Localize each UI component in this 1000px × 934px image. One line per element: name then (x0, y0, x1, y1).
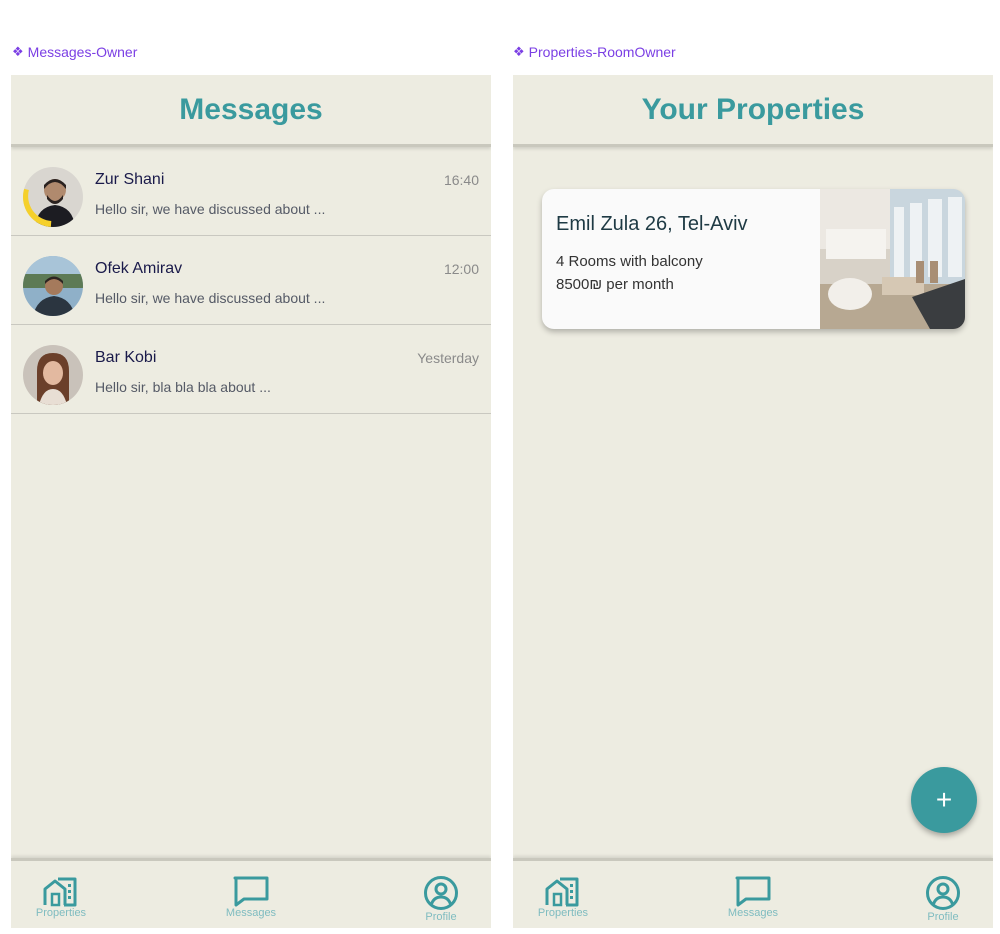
property-rooms: 4 Rooms with balcony (556, 253, 703, 270)
conversation-row[interactable]: Ofek Amirav 12:00 Hello sir, we have dis… (11, 236, 491, 325)
person-avatar-icon (23, 345, 83, 405)
message-preview: Hello sir, bla bla bla about ... (95, 379, 271, 395)
page-title: Your Properties (641, 92, 865, 126)
property-photo (820, 189, 965, 329)
frame-label-text: Properties-RoomOwner (528, 44, 676, 60)
nav-item-messages[interactable]: Messages (211, 875, 291, 919)
add-property-button[interactable]: + (911, 767, 977, 833)
nav-label: Properties (35, 907, 87, 919)
nav-label: Profile (425, 911, 457, 923)
message-preview: Hello sir, we have discussed about ... (95, 290, 326, 306)
property-address: Emil Zula 26, Tel-Aviv (556, 213, 748, 235)
screen-header: Messages (11, 75, 491, 147)
contact-name: Zur Shani (95, 171, 165, 188)
properties-screen: Your Properties Emil Zula 26, Tel-Aviv 4… (513, 75, 993, 928)
component-diamond-icon: ❖ (513, 44, 525, 59)
avatar (23, 167, 83, 227)
chat-bubble-icon (233, 876, 269, 907)
person-avatar-icon (23, 256, 83, 316)
nav-item-profile[interactable]: Profile (401, 875, 481, 923)
messages-screen: Messages Zur Shani 16:40 Hello sir, we h… (11, 75, 491, 928)
frame-label-messages: ❖ Messages-Owner (12, 44, 137, 60)
building-home-icon (545, 877, 579, 907)
frame-label-text: Messages-Owner (27, 44, 138, 60)
conversation-list: Zur Shani 16:40 Hello sir, we have discu… (11, 147, 491, 414)
user-circle-icon (424, 876, 458, 910)
bottom-navigation: Properties Messages Profile (11, 858, 491, 928)
property-price: 8500₪ per month (556, 276, 674, 293)
message-preview: Hello sir, we have discussed about ... (95, 201, 326, 217)
nav-item-properties[interactable]: Properties (21, 875, 101, 919)
message-time: Yesterday (417, 350, 479, 366)
person-avatar-open-to-work-icon (23, 167, 83, 227)
user-circle-icon (926, 876, 960, 910)
bottom-navigation: Properties Messages Profile (513, 858, 993, 928)
property-card[interactable]: Emil Zula 26, Tel-Aviv 4 Rooms with balc… (542, 189, 965, 329)
nav-label: Messages (727, 907, 779, 919)
nav-item-profile[interactable]: Profile (903, 875, 983, 923)
avatar (23, 256, 83, 316)
conversation-row[interactable]: Zur Shani 16:40 Hello sir, we have discu… (11, 147, 491, 236)
building-home-icon (43, 877, 77, 907)
contact-name: Ofek Amirav (95, 260, 183, 277)
frame-label-properties: ❖ Properties-RoomOwner (513, 44, 676, 60)
screen-header: Your Properties (513, 75, 993, 147)
message-time: 12:00 (443, 261, 479, 277)
message-time: 16:40 (443, 172, 479, 188)
chat-bubble-icon (735, 876, 771, 907)
nav-label: Messages (225, 907, 277, 919)
nav-label: Profile (927, 911, 959, 923)
contact-name: Bar Kobi (95, 349, 157, 366)
conversation-row[interactable]: Bar Kobi Yesterday Hello sir, bla bla bl… (11, 325, 491, 414)
nav-item-messages[interactable]: Messages (713, 875, 793, 919)
apartment-interior-photo-icon (820, 189, 965, 329)
component-diamond-icon: ❖ (12, 44, 24, 59)
page-title: Messages (179, 92, 323, 126)
avatar (23, 345, 83, 405)
nav-label: Properties (537, 907, 589, 919)
nav-item-properties[interactable]: Properties (523, 875, 603, 919)
